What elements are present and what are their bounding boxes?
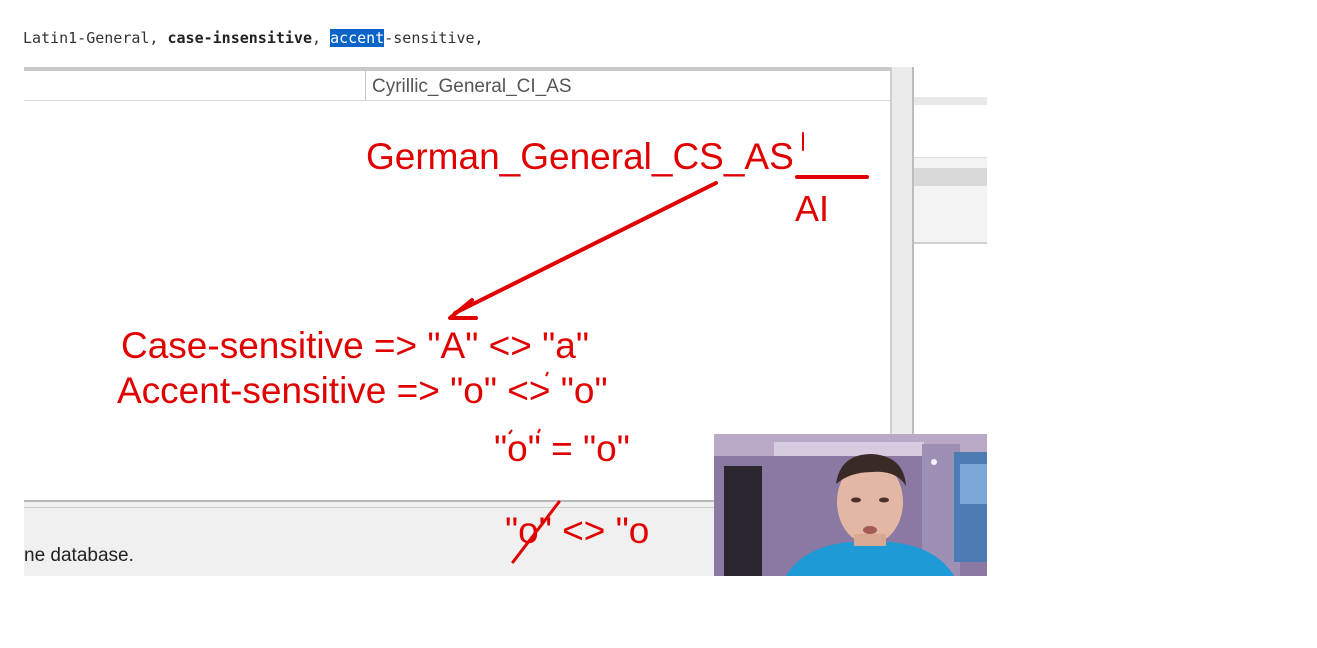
webcam-image (714, 434, 987, 576)
annotation-strokes (448, 132, 869, 564)
webcam-overlay (714, 434, 987, 576)
accent-mark-1 (545, 371, 549, 377)
accent-mark-2 (508, 429, 513, 435)
accent-mark-3 (537, 428, 541, 434)
strike-line (511, 500, 561, 564)
arrow-shaft (453, 181, 718, 315)
